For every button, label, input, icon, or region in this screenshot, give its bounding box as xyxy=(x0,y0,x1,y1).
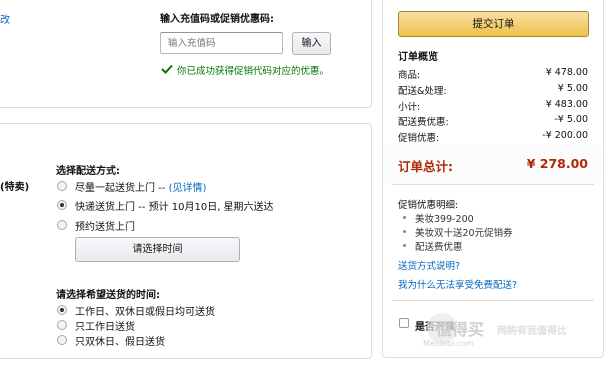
promo-item: 美妆双十送20元促销券 xyxy=(403,225,513,239)
summary-row-label: 配送费优惠: xyxy=(398,117,449,128)
see-details-link[interactable]: (见详情) xyxy=(169,183,207,194)
summary-row-value: ¥ 478.00 xyxy=(545,67,588,78)
order-total-value: ¥ 278.00 xyxy=(526,156,588,171)
summary-row-label: 商品: xyxy=(398,70,421,81)
shipping-option-scheduled[interactable]: 预约送货上门 xyxy=(75,218,135,233)
promo-success-message: 你已成功获得促销代码对应的优惠。 xyxy=(177,66,330,77)
summary-row-value: ¥ 483.00 xyxy=(545,99,588,110)
free-shipping-faq-link[interactable]: 我为什么无法享受免费配送? xyxy=(398,277,517,291)
summary-divider xyxy=(392,184,594,185)
select-time-button[interactable]: 请选择时间 xyxy=(75,237,240,262)
apply-code-button[interactable]: 输入 xyxy=(292,32,331,55)
time-option-weekdays[interactable]: 只工作日送货 xyxy=(75,318,135,333)
summary-row-value: ¥ 5.00 xyxy=(557,83,588,94)
watermark-tagline: 网购有我值得比 xyxy=(497,326,567,337)
deal-tag: (特卖) xyxy=(0,182,30,193)
time-option-radio-weekends[interactable] xyxy=(57,335,67,345)
shipping-option-together[interactable]: 尽量一起送货上门 -- (见详情) xyxy=(75,179,206,194)
summary-title: 订单概览 xyxy=(398,52,438,63)
summary-row-value: -¥ 200.00 xyxy=(542,130,588,141)
invoice-checkbox[interactable] xyxy=(399,318,409,328)
time-option-any[interactable]: 工作日、双休日或假日均可送货 xyxy=(75,303,215,318)
watermark-domain: Meidebi.com xyxy=(423,339,474,348)
shipping-info-link[interactable]: 送货方式说明? xyxy=(398,258,460,272)
gift-code-title: 输入充值码或促销优惠码: xyxy=(160,14,274,25)
gift-code-input[interactable] xyxy=(160,32,283,54)
shipping-option-radio-together[interactable] xyxy=(57,181,67,191)
summary-divider xyxy=(392,300,594,301)
shipping-option-express[interactable]: 快递送货上门 -- 预计 10月10日, 星期六送达 xyxy=(75,198,274,213)
time-option-radio-any[interactable] xyxy=(57,305,67,315)
summary-row-label: 配送&处理: xyxy=(398,86,447,97)
promo-item: 美妆399-200 xyxy=(403,211,474,225)
shipping-option-radio-express[interactable] xyxy=(57,200,67,210)
checkmark-icon xyxy=(161,64,173,74)
summary-row-label: 小计: xyxy=(398,102,421,113)
summary-row-label: 促销优惠: xyxy=(398,133,440,144)
time-option-weekends[interactable]: 只双休日、假日送货 xyxy=(75,333,165,348)
edit-link[interactable]: 改 xyxy=(0,11,10,26)
watermark-text: 值得买 xyxy=(436,320,485,339)
promo-item: 配送费优惠 xyxy=(403,239,463,253)
shipping-option-radio-scheduled[interactable] xyxy=(57,220,67,230)
delivery-time-title: 请选择希望送货的时间: xyxy=(56,290,160,301)
shipping-method-title: 选择配送方式: xyxy=(56,166,120,177)
summary-row-value: -¥ 5.00 xyxy=(554,114,588,125)
shipping-option-together-label: 尽量一起送货上门 -- xyxy=(75,183,169,194)
promo-details-title: 促销优惠明细: xyxy=(398,200,459,211)
time-option-radio-weekdays[interactable] xyxy=(57,320,67,330)
submit-order-button[interactable]: 提交订单 xyxy=(398,11,589,37)
order-total-label: 订单总计: xyxy=(398,159,453,174)
